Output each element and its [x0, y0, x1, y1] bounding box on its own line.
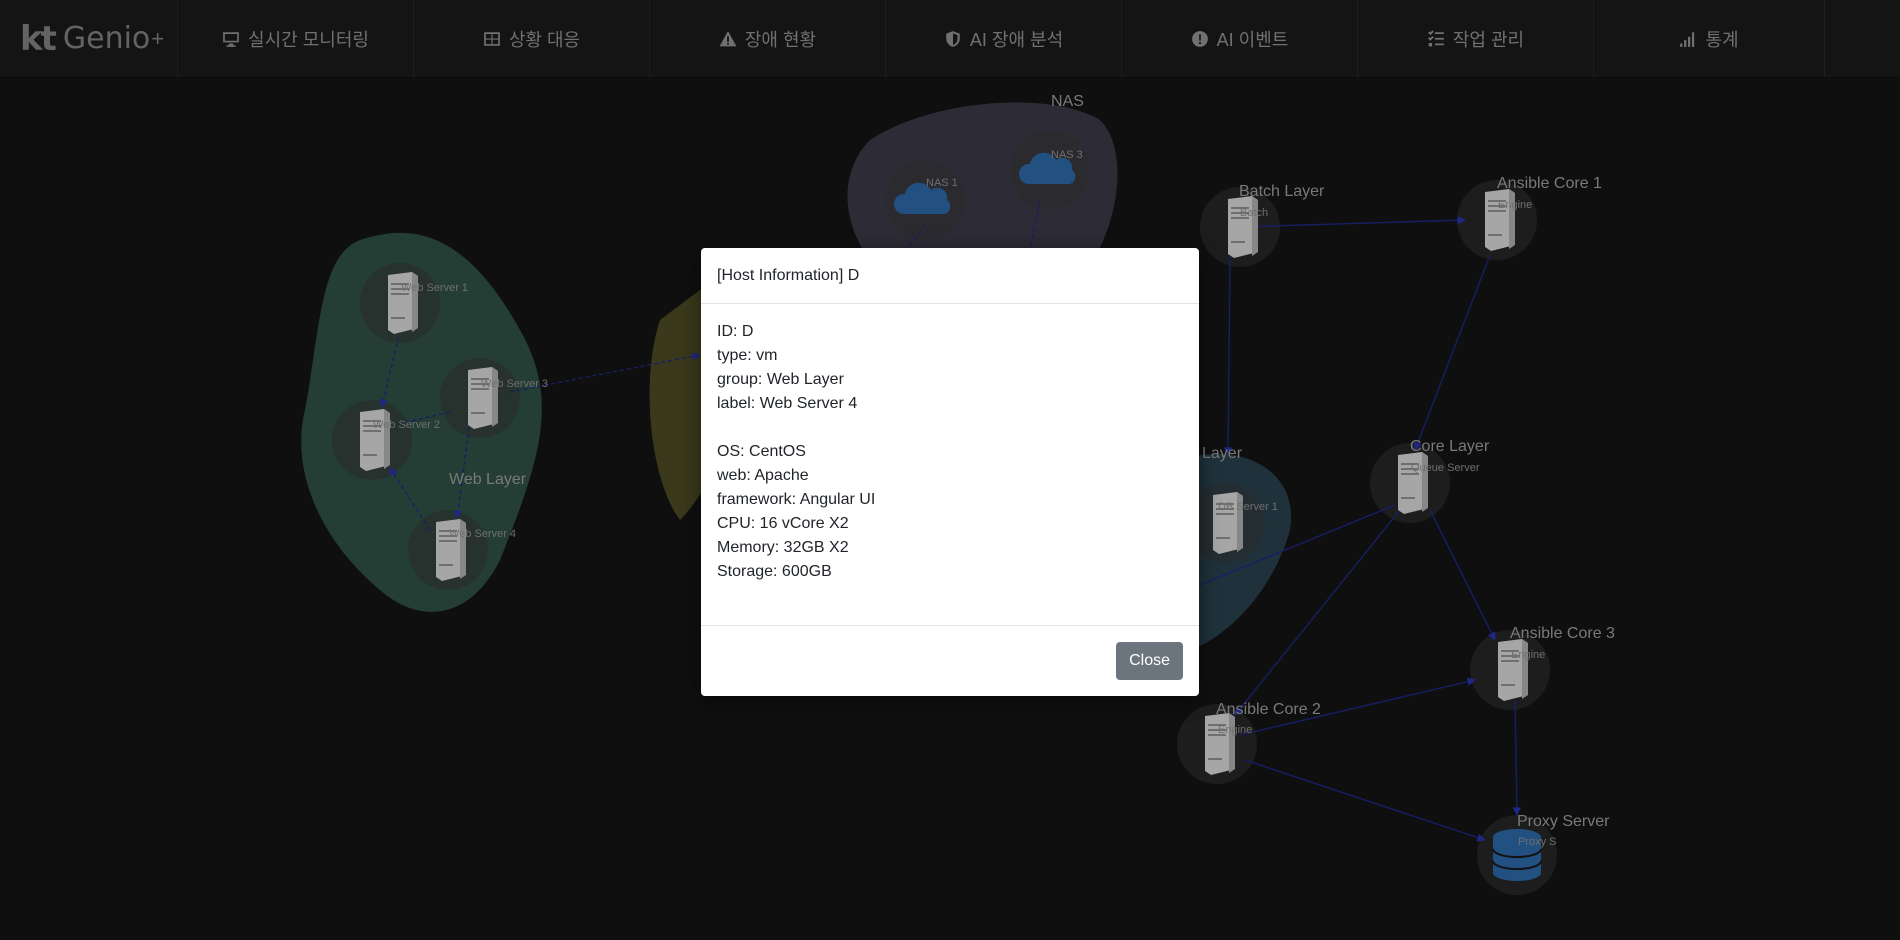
host-id: ID: D: [717, 323, 754, 340]
host-type: type: vm: [717, 347, 778, 364]
host-group: group: Web Layer: [717, 371, 844, 388]
host-info-modal: [Host Information] D ID: D type: vm grou…: [701, 248, 1199, 696]
host-storage: Storage: 600GB: [717, 563, 832, 580]
host-label: label: Web Server 4: [717, 395, 858, 412]
host-web: web: Apache: [717, 467, 809, 484]
modal-header: [Host Information] D: [701, 248, 1199, 304]
host-framework: framework: Angular UI: [717, 491, 876, 508]
host-cpu: CPU: 16 vCore X2: [717, 515, 849, 532]
host-os: OS: CentOS: [717, 443, 806, 460]
modal-body: ID: D type: vm group: Web Layer label: W…: [701, 304, 1199, 626]
modal-footer: Close: [701, 626, 1199, 696]
close-button[interactable]: Close: [1116, 642, 1183, 680]
modal-title: [Host Information] D: [717, 266, 860, 284]
host-memory: Memory: 32GB X2: [717, 539, 849, 556]
